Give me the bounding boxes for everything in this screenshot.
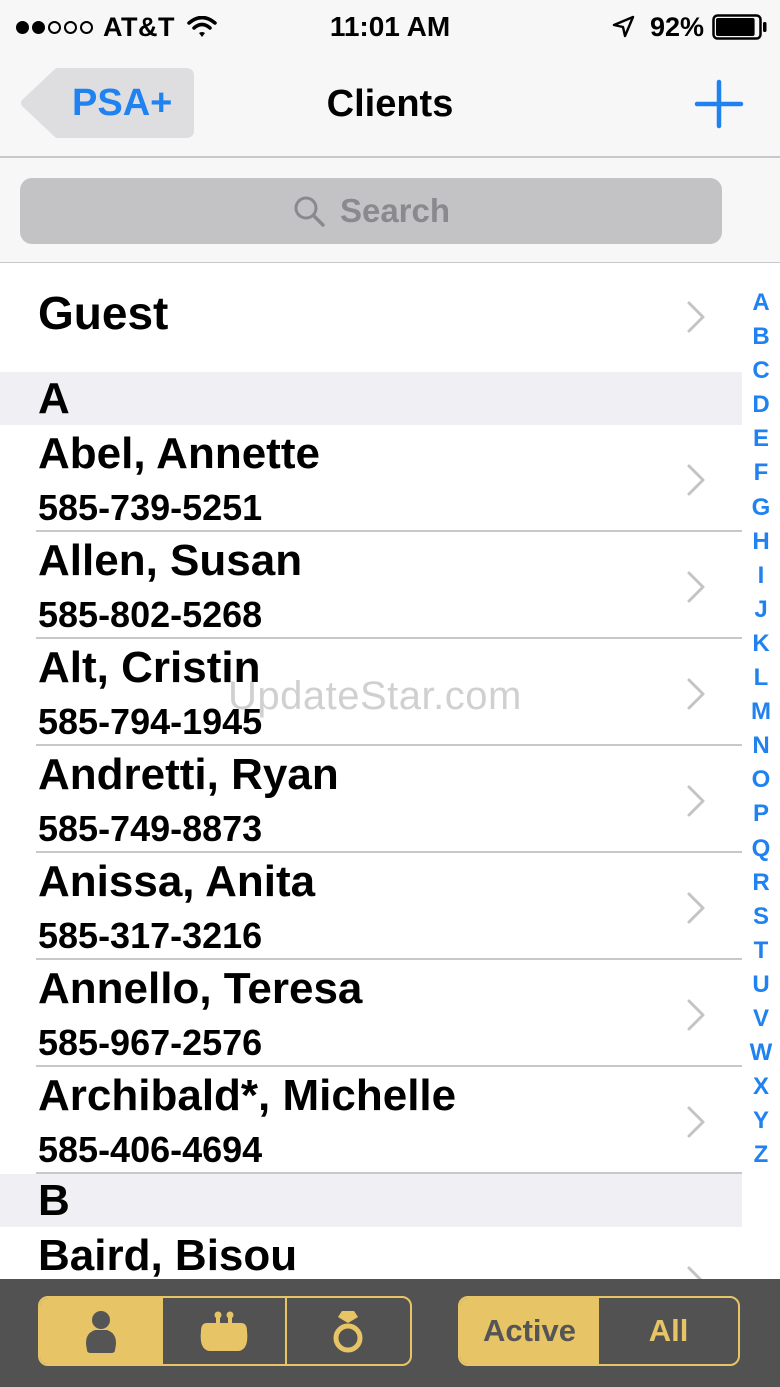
wifi-icon xyxy=(187,16,217,37)
status-right: 92% xyxy=(610,10,768,44)
chevron-right-icon xyxy=(687,785,705,817)
client-type-segmented-control[interactable] xyxy=(38,1296,412,1366)
section-header-b: B xyxy=(0,1174,742,1227)
guest-label: Guest xyxy=(38,287,169,339)
index-letter-r[interactable]: R xyxy=(752,866,769,900)
client-name: Baird, Bisou xyxy=(38,1231,298,1280)
client-row[interactable]: Anissa, Anita 585-317-3216 xyxy=(0,853,742,960)
segment-person[interactable] xyxy=(40,1298,164,1364)
section-letter: B xyxy=(38,1176,70,1225)
index-letter-z[interactable]: Z xyxy=(754,1138,769,1172)
index-letter-t[interactable]: T xyxy=(754,934,769,968)
index-letter-x[interactable]: X xyxy=(753,1070,769,1104)
segment-purse[interactable] xyxy=(163,1298,287,1364)
client-row[interactable]: Annello, Teresa 585-967-2576 xyxy=(0,960,742,1067)
signal-dot xyxy=(80,20,93,34)
search-input[interactable]: Search xyxy=(20,178,722,244)
signal-dot xyxy=(16,20,29,34)
segment-ring[interactable] xyxy=(287,1298,410,1364)
back-button[interactable]: PSA+ xyxy=(20,68,194,138)
filter-segmented-control[interactable]: Active All xyxy=(458,1296,740,1366)
chevron-right-icon xyxy=(687,571,705,603)
index-letter-d[interactable]: D xyxy=(752,388,769,422)
signal-dot xyxy=(48,20,61,34)
chevron-right-icon xyxy=(687,892,705,924)
client-name: Anissa, Anita xyxy=(38,857,316,906)
search-bar: Search xyxy=(0,158,780,263)
index-letter-w[interactable]: W xyxy=(750,1036,773,1070)
index-letter-v[interactable]: V xyxy=(753,1002,769,1036)
index-letter-j[interactable]: J xyxy=(754,593,767,627)
index-letter-y[interactable]: Y xyxy=(753,1104,769,1138)
section-index[interactable]: ABCDEFGHIJKLMNOPQRSTUVWXYZ xyxy=(742,286,780,1172)
chevron-right-icon xyxy=(687,1106,705,1138)
index-letter-b[interactable]: B xyxy=(752,320,769,354)
client-name: Archibald*, Michelle xyxy=(38,1071,457,1120)
client-phone: 585-749-8873 xyxy=(38,808,263,849)
client-name: Abel, Annette xyxy=(38,429,320,478)
client-row[interactable]: Archibald*, Michelle 585-406-4694 xyxy=(0,1067,742,1174)
ring-icon xyxy=(333,1311,363,1353)
client-phone: 585-739-5251 xyxy=(38,487,263,528)
section-letter: A xyxy=(38,374,70,423)
back-button-label: PSA+ xyxy=(72,82,173,124)
client-phone: 585-967-2576 xyxy=(38,1022,263,1063)
client-row[interactable]: Abel, Annette 585-739-5251 xyxy=(0,425,742,532)
client-name: Alt, Cristin xyxy=(38,643,261,692)
search-icon xyxy=(294,196,325,227)
client-name: Annello, Teresa xyxy=(38,964,363,1013)
index-letter-e[interactable]: E xyxy=(753,422,769,456)
index-letter-i[interactable]: I xyxy=(758,559,765,593)
chevron-right-icon xyxy=(687,999,705,1031)
index-letter-h[interactable]: H xyxy=(752,525,769,559)
client-row[interactable]: Alt, Cristin 585-794-1945 xyxy=(0,639,742,746)
signal-dot xyxy=(32,20,45,34)
index-letter-u[interactable]: U xyxy=(752,968,769,1002)
index-letter-f[interactable]: F xyxy=(754,456,769,490)
segment-all[interactable]: All xyxy=(599,1298,738,1364)
index-letter-c[interactable]: C xyxy=(752,354,769,388)
location-arrow-icon xyxy=(612,15,635,38)
client-row[interactable]: Andretti, Ryan 585-749-8873 xyxy=(0,746,742,853)
carrier-label: AT&T xyxy=(103,11,175,42)
section-header-a: A xyxy=(0,372,742,425)
index-letter-n[interactable]: N xyxy=(752,729,769,763)
signal-dot xyxy=(64,20,77,34)
client-phone: 585-317-3216 xyxy=(38,915,263,956)
status-bar: AT&T 11:01 AM 92% xyxy=(0,0,780,54)
index-letter-a[interactable]: A xyxy=(752,286,769,320)
index-letter-k[interactable]: K xyxy=(752,627,769,661)
client-phone: 585-406-4694 xyxy=(38,1129,263,1170)
client-row[interactable]: Allen, Susan 585-802-5268 xyxy=(0,532,742,639)
battery-icon xyxy=(712,14,767,40)
signal-strength-icon xyxy=(16,20,93,34)
client-phone: 585-802-5268 xyxy=(38,594,263,635)
client-name: Allen, Susan xyxy=(38,536,303,585)
index-letter-q[interactable]: Q xyxy=(752,832,771,866)
index-letter-g[interactable]: G xyxy=(752,491,771,525)
client-phone: 585-794-1945 xyxy=(38,701,263,742)
index-letter-l[interactable]: L xyxy=(754,661,769,695)
client-name: Andretti, Ryan xyxy=(38,750,339,799)
chevron-right-icon xyxy=(687,301,705,333)
index-letter-p[interactable]: P xyxy=(753,797,769,831)
battery-percentage: 92% xyxy=(649,11,704,42)
client-list[interactable]: Guest A Abel, Annette 585-739-5251 Allen, S… xyxy=(0,264,742,1334)
bottom-toolbar: Active All xyxy=(0,1279,780,1387)
plus-icon[interactable] xyxy=(694,79,744,129)
navigation-bar: PSA+ Clients xyxy=(0,54,780,158)
guest-row[interactable]: Guest xyxy=(0,264,742,372)
chevron-right-icon xyxy=(687,678,705,710)
status-left: AT&T xyxy=(16,10,217,44)
search-placeholder: Search xyxy=(339,192,451,229)
purse-icon xyxy=(200,1311,248,1351)
index-letter-s[interactable]: S xyxy=(753,900,769,934)
segment-active[interactable]: Active xyxy=(460,1298,599,1364)
person-icon xyxy=(85,1311,116,1353)
chevron-right-icon xyxy=(687,464,705,496)
index-letter-o[interactable]: O xyxy=(752,763,771,797)
index-letter-m[interactable]: M xyxy=(751,695,771,729)
